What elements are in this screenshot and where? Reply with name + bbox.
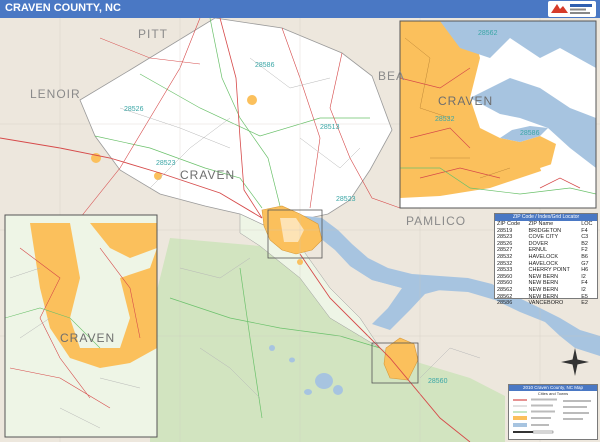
- name-cell: NEW BERN: [528, 293, 559, 300]
- zip-label: 28526: [124, 106, 144, 113]
- table-row: 28532 HAVELOCK G7: [495, 261, 597, 268]
- table-row: 28560 NEW BERN I2: [495, 274, 597, 281]
- lake: [269, 345, 275, 351]
- loc-cell: E5: [581, 293, 588, 300]
- zip-label: 28513: [320, 124, 340, 131]
- name-cell: NEW BERN: [528, 273, 559, 280]
- zip-label: 28532: [435, 116, 455, 123]
- table-row: 28562 NEW BERN E5: [495, 294, 597, 301]
- loc-cell: G7: [581, 260, 589, 267]
- loc-cell: F4: [581, 280, 588, 287]
- loc-cell: F2: [581, 247, 588, 254]
- name-cell: ERNUL: [528, 247, 548, 254]
- loc-cell: H6: [581, 267, 589, 274]
- map-sheet: CRAVEN COUNTY, NC PITT LENOIR BEA PAMLIC…: [0, 0, 600, 442]
- name-cell: NEW BERN: [528, 280, 559, 287]
- zip-table-title: ZIP Code / Index/Grid Locator: [495, 214, 597, 221]
- label-lenoir-county: LENOIR: [30, 87, 81, 101]
- lake: [289, 357, 295, 363]
- zip-cell: 28532: [497, 253, 513, 260]
- loc-cell: I2: [581, 273, 586, 280]
- zip-cell: 28560: [497, 280, 513, 287]
- map-legend: 2010 Craven County, NC Map Cities and To…: [508, 384, 598, 440]
- zip-label: 28586: [255, 62, 275, 69]
- zip-cell: 28519: [497, 227, 513, 234]
- zip-label: 28523: [156, 160, 176, 167]
- label-craven-inset-ne: CRAVEN: [438, 94, 494, 108]
- zip-cell: 28526: [497, 240, 513, 247]
- table-row: 28527 ERNUL F2: [495, 247, 597, 254]
- zip-cell: 28533: [497, 267, 513, 274]
- publisher-logo: [548, 1, 596, 17]
- table-row: 28523 COVE CITY C3: [495, 234, 597, 241]
- zip-table-header: ZIP Code ZIP Name LOC: [495, 221, 597, 228]
- name-cell: NEW BERN: [528, 286, 559, 293]
- zip-cell: 28562: [497, 286, 513, 293]
- zip-cell: 28562: [497, 293, 513, 300]
- loc-cell: F4: [581, 227, 588, 234]
- legend-symbols: [513, 398, 591, 434]
- label-pitt-county: PITT: [138, 27, 168, 41]
- lake: [333, 385, 343, 395]
- zip-cell: 28532: [497, 260, 513, 267]
- loc-cell: E2: [581, 300, 588, 307]
- table-row: 28560 NEW BERN F4: [495, 280, 597, 287]
- page-title: CRAVEN COUNTY, NC: [5, 2, 121, 14]
- inset-havelock: [5, 215, 157, 437]
- loc-cell: I2: [581, 286, 586, 293]
- name-cell: CHERRY POINT: [528, 267, 570, 274]
- lake: [315, 373, 333, 389]
- name-cell: DOVER: [528, 240, 549, 247]
- zip-label: 28562: [478, 30, 498, 37]
- zip-label: 28523: [336, 196, 356, 203]
- label-beaufort-county: BEA: [378, 69, 406, 83]
- table-row: 28533 CHERRY POINT H6: [495, 267, 597, 274]
- table-row: 28519 BRIDGETON F4: [495, 228, 597, 235]
- loc-cell: C3: [581, 234, 589, 241]
- loc-cell: B2: [581, 240, 588, 247]
- label-pamlico-county: PAMLICO: [406, 214, 467, 228]
- zip-cell: 28586: [497, 300, 513, 307]
- table-row: 28532 HAVELOCK B6: [495, 254, 597, 261]
- name-cell: VANCEBORO: [528, 300, 564, 307]
- name-cell: HAVELOCK: [528, 260, 559, 267]
- zip-code-locator: ZIP Code / Index/Grid Locator ZIP Code Z…: [494, 213, 598, 306]
- table-row: 28562 NEW BERN I2: [495, 287, 597, 294]
- name-cell: COVE CITY: [528, 234, 559, 241]
- zip-label: 28586: [520, 130, 540, 137]
- title-bar: CRAVEN COUNTY, NC: [0, 0, 600, 18]
- name-cell: HAVELOCK: [528, 253, 559, 260]
- zip-cell: 28523: [497, 234, 513, 241]
- zip-cell: 28560: [497, 273, 513, 280]
- column-header: ZIP Name: [528, 221, 554, 227]
- zip-label: 28560: [428, 378, 448, 385]
- label-craven-county: CRAVEN: [180, 168, 236, 182]
- loc-cell: B6: [581, 253, 588, 260]
- column-header: ZIP Code: [497, 221, 521, 227]
- table-row: 28526 DOVER B2: [495, 241, 597, 248]
- vanceboro-town: [247, 95, 257, 105]
- table-row: 28586 VANCEBORO E2: [495, 300, 597, 307]
- name-cell: BRIDGETON: [528, 227, 562, 234]
- inset-new-bern: [400, 21, 596, 208]
- column-header: LOC: [581, 221, 593, 227]
- lake: [304, 389, 312, 395]
- zip-cell: 28527: [497, 247, 513, 254]
- label-craven-inset-w: CRAVEN: [60, 331, 116, 345]
